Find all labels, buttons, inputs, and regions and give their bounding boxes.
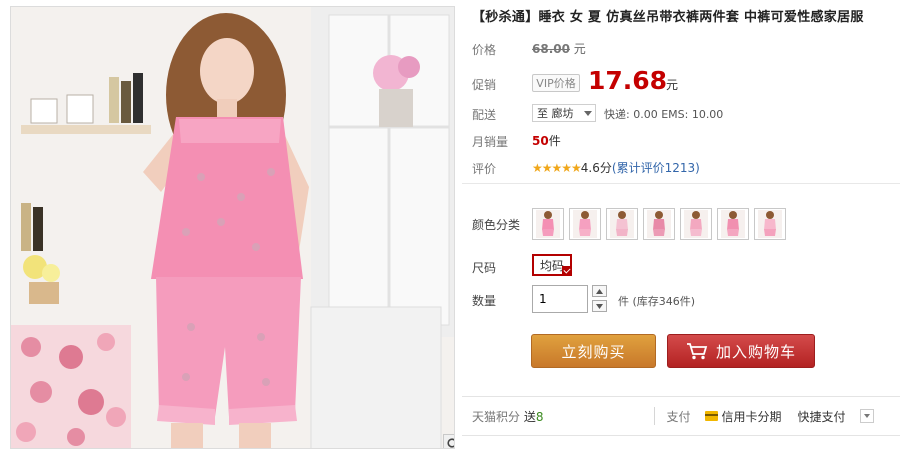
- price-label: 价格: [472, 43, 497, 57]
- color-option[interactable]: [532, 208, 564, 240]
- add-to-cart-button[interactable]: 加入购物车: [667, 334, 815, 368]
- tmall-points: 天猫积分 送8: [472, 408, 544, 425]
- product-info-panel: 【秒杀通】睡衣 女 夏 仿真丝吊带衣裤两件套 中裤可爱性感家居服 价格 68.0…: [462, 0, 900, 452]
- color-option[interactable]: [569, 208, 601, 240]
- shipping-fee: 快递: 0.00 EMS: 10.00: [604, 108, 724, 121]
- add-to-cart-label: 加入购物车: [715, 342, 796, 361]
- rating: ★★★★★ 4.6分 (累计评价1213): [532, 159, 700, 176]
- promo-label: 促销: [472, 78, 497, 92]
- shipping-region-select[interactable]: 至 廊坊: [532, 104, 596, 122]
- monthly-sales-label: 月销量: [472, 135, 509, 149]
- chevron-up-icon: [596, 288, 603, 294]
- color-options: [532, 208, 786, 240]
- color-option[interactable]: [717, 208, 749, 240]
- chevron-down-icon: [584, 110, 592, 116]
- color-thumb-image: [573, 210, 597, 238]
- color-thumb-image: [721, 210, 745, 238]
- quantity-label: 数量: [472, 294, 497, 308]
- buy-now-label: 立刻购买: [561, 342, 626, 361]
- quick-pay-option[interactable]: 快捷支付: [798, 408, 846, 425]
- magnifier-icon: [446, 437, 454, 448]
- check-icon: [562, 266, 572, 276]
- color-thumb-image: [536, 210, 560, 238]
- product-photo: [11, 7, 454, 448]
- promo-price: 17.68: [588, 66, 668, 95]
- color-option[interactable]: [680, 208, 712, 240]
- stock-text: 件 (库存346件): [618, 295, 696, 308]
- chevron-down-icon: [596, 303, 603, 309]
- rating-label: 评价: [472, 162, 497, 176]
- shipping-label: 配送: [472, 108, 497, 122]
- original-price-unit: 元: [573, 42, 586, 56]
- shipping-region-value: 至 廊坊: [537, 107, 574, 120]
- points-value: 8: [535, 409, 544, 424]
- payment-label: 支付: [666, 409, 691, 424]
- star-rating-icon: ★★★★★: [532, 160, 582, 175]
- color-option[interactable]: [606, 208, 638, 240]
- credit-card-icon: [704, 411, 718, 421]
- divider: [653, 407, 655, 425]
- points-send: 送: [523, 409, 536, 424]
- color-thumb-image: [610, 210, 634, 238]
- rating-score: 4.6分: [580, 161, 612, 175]
- payment-footer: 天猫积分 送8 支付 信用卡分期 快捷支付: [462, 396, 900, 436]
- credit-installment-option[interactable]: 信用卡分期: [722, 408, 782, 425]
- quantity-input[interactable]: [532, 285, 588, 313]
- zoom-button[interactable]: [443, 434, 454, 448]
- review-count-link[interactable]: (累计评价1213): [612, 159, 700, 176]
- monthly-sales-count: 50: [532, 134, 549, 148]
- original-price: 68.00 元: [532, 40, 586, 57]
- product-title: 【秒杀通】睡衣 女 夏 仿真丝吊带衣裤两件套 中裤可爱性感家居服: [472, 10, 864, 25]
- product-image-viewer: [10, 6, 455, 449]
- vip-price-tag: VIP价格: [532, 74, 580, 92]
- original-price-value: 68.00: [532, 42, 570, 56]
- color-thumb-image: [684, 210, 708, 238]
- cart-icon: [686, 342, 708, 360]
- size-label: 尺码: [472, 261, 497, 275]
- monthly-sales-unit: 件: [548, 134, 561, 148]
- quantity-decrease-button[interactable]: [592, 300, 607, 312]
- size-option-selected[interactable]: 均码: [532, 254, 572, 276]
- divider: [462, 183, 900, 184]
- color-option[interactable]: [643, 208, 675, 240]
- color-label: 颜色分类: [472, 218, 521, 232]
- size-option-label: 均码: [539, 258, 564, 273]
- color-thumb-image: [647, 210, 671, 238]
- promo-price-unit: 元: [666, 78, 679, 92]
- points-label: 天猫积分: [472, 409, 521, 424]
- more-payment-toggle[interactable]: [859, 409, 874, 423]
- quantity-increase-button[interactable]: [592, 285, 607, 297]
- color-thumb-image: [758, 210, 782, 238]
- color-option[interactable]: [754, 208, 786, 240]
- monthly-sales: 50件: [532, 132, 561, 149]
- buy-now-button[interactable]: 立刻购买: [531, 334, 656, 368]
